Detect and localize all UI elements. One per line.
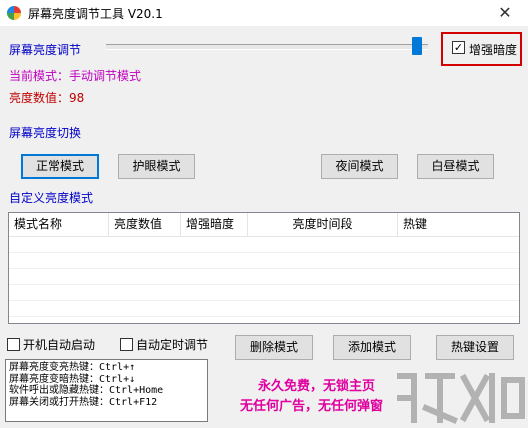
autostart-label[interactable]: 开机自动启动 — [23, 336, 95, 353]
column-mode-name[interactable]: 模式名称 — [9, 213, 109, 236]
brightness-slider-thumb[interactable] — [411, 37, 422, 55]
watermark-logo — [397, 373, 525, 424]
custom-mode-list[interactable]: 模式名称 亮度数值 增强暗度 亮度时间段 热键 — [8, 212, 520, 324]
check-icon: ✓ — [453, 41, 464, 54]
hotkey-line: 屏幕亮度变亮热键：Ctrl+↑ — [9, 362, 136, 373]
hotkey-line: 软件呼出或隐藏热键：Ctrl+Home — [9, 385, 164, 396]
brightness-slider-track[interactable] — [106, 44, 428, 50]
autostart-checkbox-box[interactable] — [7, 338, 20, 351]
promo-line-1: 永久免费，无锁主页 — [258, 379, 376, 394]
enhance-checkbox-label[interactable]: 增强暗度 — [469, 41, 517, 58]
grid-line — [9, 300, 519, 301]
hotkey-settings-button[interactable]: 热键设置 — [436, 335, 514, 360]
grid-line — [9, 316, 519, 317]
grid-line — [9, 268, 519, 269]
enhance-checkbox[interactable]: ✓ — [452, 41, 465, 54]
day-mode-button[interactable]: 白昼模式 — [417, 154, 494, 179]
title-bar[interactable]: 屏幕亮度调节工具 V20.1 ✕ — [0, 0, 528, 26]
promo-line-2: 无任何广告，无任何弹窗 — [240, 399, 384, 414]
column-brightness-value[interactable]: 亮度数值 — [109, 213, 181, 236]
autotimer-label[interactable]: 自动定时调节 — [136, 336, 208, 353]
normal-mode-button[interactable]: 正常模式 — [21, 154, 99, 179]
brightness-value-text: 亮度数值：98 — [9, 91, 85, 105]
enhance-checkbox-box[interactable]: ✓ — [452, 41, 465, 54]
autostart-checkbox[interactable] — [7, 338, 20, 351]
column-time-range[interactable]: 亮度时间段 — [248, 213, 398, 236]
hotkey-line: 屏幕关闭或打开热键：Ctrl+F12 — [9, 396, 158, 408]
autotimer-checkbox-box[interactable] — [120, 338, 133, 351]
column-enhance[interactable]: 增强暗度 — [181, 213, 248, 236]
night-mode-button[interactable]: 夜间模式 — [321, 154, 398, 179]
close-icon: ✕ — [498, 3, 512, 22]
current-mode-text: 当前模式：手动调节模式 — [9, 69, 142, 83]
column-hotkey[interactable]: 热键 — [398, 213, 519, 236]
add-mode-button[interactable]: 添加模式 — [333, 335, 411, 360]
hotkey-info-box: 屏幕亮度变亮热键：Ctrl+↑ 屏幕亮度变暗热键：Ctrl+↓ 软件呼出或隐藏热… — [5, 359, 208, 422]
grid-line — [9, 252, 519, 253]
list-header: 模式名称 亮度数值 增强暗度 亮度时间段 热键 — [9, 213, 519, 237]
eye-care-mode-button[interactable]: 护眼模式 — [118, 154, 195, 179]
close-button[interactable]: ✕ — [490, 2, 520, 24]
app-icon — [7, 6, 21, 20]
grid-line — [9, 284, 519, 285]
window-title: 屏幕亮度调节工具 V20.1 — [28, 7, 163, 21]
autotimer-checkbox[interactable] — [120, 338, 133, 351]
brightness-label: 屏幕亮度调节 — [9, 43, 82, 57]
mode-switch-label: 屏幕亮度切换 — [9, 126, 82, 140]
delete-mode-button[interactable]: 删除模式 — [235, 335, 313, 360]
custom-mode-label: 自定义亮度模式 — [9, 191, 94, 205]
hotkey-line: 屏幕亮度变暗热键：Ctrl+↓ — [9, 373, 136, 385]
